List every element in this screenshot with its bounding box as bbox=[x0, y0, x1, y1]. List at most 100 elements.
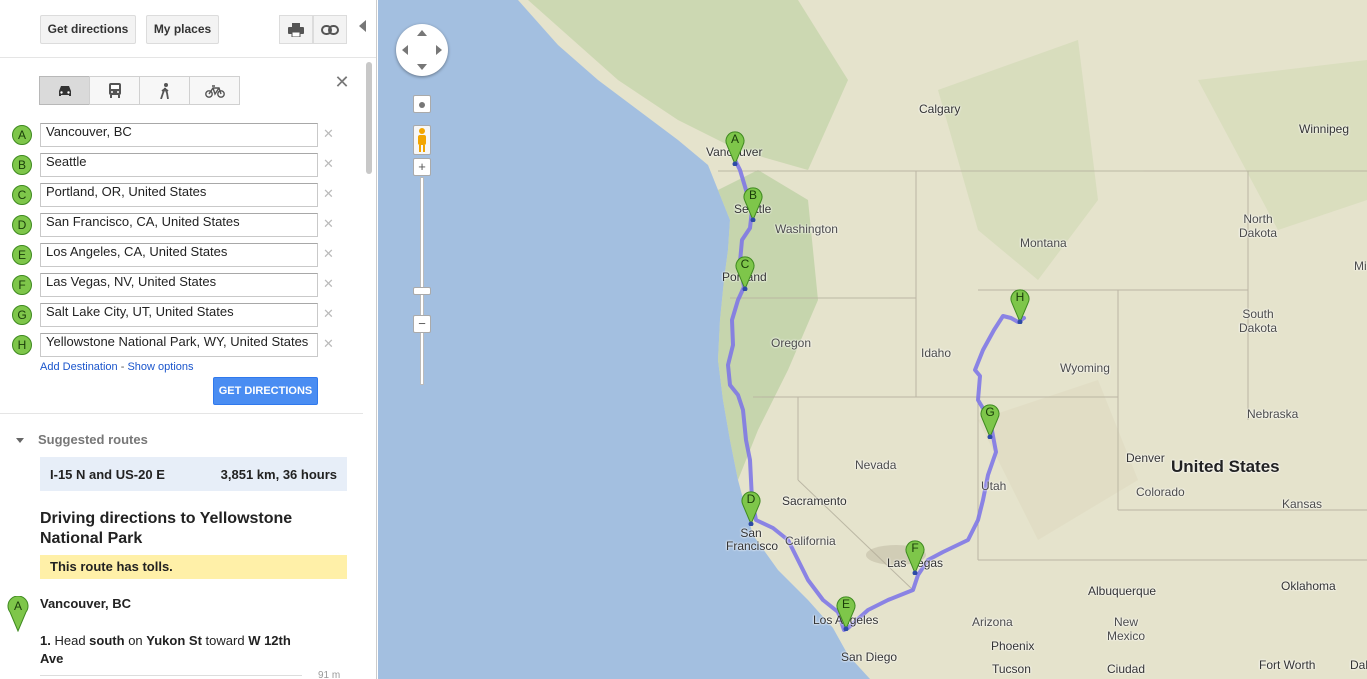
state-label: Utah bbox=[981, 479, 1007, 493]
waypoint-row: H Yellowstone National Park, WY, United … bbox=[0, 333, 376, 357]
waypoint-row: A Vancouver, BC ✕ bbox=[0, 123, 376, 147]
step-street: Yukon St bbox=[146, 633, 202, 648]
remove-waypoint-icon[interactable]: ✕ bbox=[323, 336, 334, 352]
waypoint-marker-c[interactable]: C bbox=[12, 185, 32, 205]
remove-waypoint-icon[interactable]: ✕ bbox=[323, 276, 334, 292]
map-pin-g[interactable]: G bbox=[979, 401, 1001, 440]
step-number: 1. bbox=[40, 633, 51, 648]
print-button[interactable] bbox=[279, 15, 313, 44]
map-canvas[interactable]: Calgary Winnipeg Vancouver Seattle Portl… bbox=[378, 0, 1367, 679]
remove-waypoint-icon[interactable]: ✕ bbox=[323, 246, 334, 262]
state-label: Montana bbox=[1020, 236, 1067, 250]
map-pin-d[interactable]: D bbox=[740, 488, 762, 527]
waypoint-row: F Las Vegas, NV, United States ✕ bbox=[0, 273, 376, 297]
collapse-panel-icon[interactable] bbox=[359, 20, 366, 32]
bus-icon bbox=[108, 83, 121, 98]
remove-waypoint-icon[interactable]: ✕ bbox=[323, 156, 334, 172]
get-directions-tab-button[interactable]: Get directions bbox=[40, 15, 136, 44]
zoom-slider-track[interactable] bbox=[420, 177, 424, 385]
remove-waypoint-icon[interactable]: ✕ bbox=[323, 216, 334, 232]
waypoint-marker-g[interactable]: G bbox=[12, 305, 32, 325]
city-label: Tucson bbox=[992, 662, 1031, 676]
triangle-down-icon bbox=[16, 438, 24, 444]
remove-waypoint-icon[interactable]: ✕ bbox=[323, 306, 334, 322]
step-distance: 91 m bbox=[318, 670, 341, 679]
mode-driving[interactable] bbox=[39, 76, 90, 105]
link-button[interactable] bbox=[313, 15, 347, 44]
suggested-route-item[interactable]: I-15 N and US-20 E 3,851 km, 36 hours bbox=[40, 457, 347, 491]
step-text: on bbox=[128, 633, 143, 648]
remove-waypoint-icon[interactable]: ✕ bbox=[323, 126, 334, 142]
mode-walking[interactable] bbox=[139, 76, 190, 105]
remove-waypoint-icon[interactable]: ✕ bbox=[323, 186, 334, 202]
suggested-routes-toggle[interactable]: Suggested routes bbox=[16, 432, 148, 447]
step-divider bbox=[40, 675, 302, 676]
show-options-link[interactable]: Show options bbox=[127, 361, 193, 373]
waypoint-input-c[interactable]: Portland, OR, United States bbox=[40, 183, 318, 207]
zoom-slider-handle[interactable] bbox=[413, 287, 431, 295]
city-label: Dal bbox=[1350, 658, 1367, 672]
state-label: Nebraska bbox=[1247, 407, 1299, 421]
pin-letter: C bbox=[741, 257, 750, 271]
street-view-pegman-icon[interactable] bbox=[413, 125, 431, 155]
pin-letter: A bbox=[731, 132, 739, 146]
waypoint-marker-e[interactable]: E bbox=[12, 245, 32, 265]
map-pin-b[interactable]: B bbox=[742, 184, 764, 223]
waypoint-input-d[interactable]: San Francisco, CA, United States bbox=[40, 213, 318, 237]
country-label: United States bbox=[1171, 457, 1280, 476]
add-destination-link[interactable]: Add Destination bbox=[40, 361, 118, 373]
mode-bicycling[interactable] bbox=[189, 76, 240, 105]
zoom-in-button[interactable]: + bbox=[413, 158, 431, 176]
direction-step[interactable]: 1. Head south on Yukon St toward W 12th … bbox=[40, 632, 310, 668]
my-places-button[interactable]: My places bbox=[146, 15, 219, 44]
tolls-notice: This route has tolls. bbox=[40, 555, 347, 579]
pan-arrows-icon bbox=[402, 30, 442, 70]
waypoint-input-b[interactable]: Seattle bbox=[40, 153, 318, 177]
waypoint-row: E Los Angeles, CA, United States ✕ bbox=[0, 243, 376, 267]
reset-view-button[interactable] bbox=[413, 95, 431, 113]
car-icon bbox=[58, 85, 71, 96]
start-marker-icon: A bbox=[6, 595, 30, 635]
map-pin-e[interactable]: E bbox=[835, 593, 857, 632]
state-label: Colorado bbox=[1136, 485, 1185, 499]
map-pin-a[interactable]: A bbox=[724, 128, 746, 167]
mode-transit[interactable] bbox=[89, 76, 140, 105]
state-label: North Dakota bbox=[1238, 212, 1278, 240]
waypoint-input-h[interactable]: Yellowstone National Park, WY, United St… bbox=[40, 333, 318, 357]
city-label: Ciudad bbox=[1107, 662, 1146, 676]
map-pin-h[interactable]: H bbox=[1009, 286, 1031, 325]
waypoint-marker-h[interactable]: H bbox=[12, 335, 32, 355]
map-pin-f[interactable]: F bbox=[904, 537, 926, 576]
waypoint-input-g[interactable]: Salt Lake City, UT, United States bbox=[40, 303, 318, 327]
close-directions-icon[interactable]: ✕ bbox=[334, 72, 350, 93]
city-label: Winnipeg bbox=[1299, 122, 1350, 136]
city-label: Denver bbox=[1126, 451, 1165, 465]
pin-letter: E bbox=[842, 597, 850, 611]
city-label: Sacramento bbox=[782, 494, 847, 508]
waypoint-marker-b[interactable]: B bbox=[12, 155, 32, 175]
directions-panel: Get directions My places ✕ A Vancouver, … bbox=[0, 0, 377, 679]
waypoint-input-a[interactable]: Vancouver, BC bbox=[40, 123, 318, 147]
waypoint-marker-a[interactable]: A bbox=[12, 125, 32, 145]
city-label: San Diego bbox=[841, 650, 898, 664]
waypoint-input-e[interactable]: Los Angeles, CA, United States bbox=[40, 243, 318, 267]
start-location: Vancouver, BC bbox=[40, 596, 132, 611]
city-label: Phoenix bbox=[991, 639, 1035, 653]
start-marker-letter: A bbox=[14, 599, 22, 613]
link-icon bbox=[321, 24, 339, 35]
state-label: Kansas bbox=[1282, 497, 1323, 511]
print-icon bbox=[288, 22, 304, 37]
top-toolbar: Get directions My places bbox=[0, 0, 376, 58]
city-label: Oklahoma bbox=[1281, 579, 1336, 593]
step-text: Head bbox=[54, 633, 86, 648]
waypoint-marker-f[interactable]: F bbox=[12, 275, 32, 295]
get-directions-button[interactable]: GET DIRECTIONS bbox=[213, 377, 318, 405]
city-label: Calgary bbox=[919, 102, 961, 116]
zoom-out-button[interactable]: − bbox=[413, 315, 431, 333]
map-pin-c[interactable]: C bbox=[734, 253, 756, 292]
pan-control[interactable] bbox=[396, 24, 448, 76]
state-label: California bbox=[785, 534, 836, 548]
waypoint-input-f[interactable]: Las Vegas, NV, United States bbox=[40, 273, 318, 297]
map-background bbox=[378, 0, 1367, 679]
waypoint-marker-d[interactable]: D bbox=[12, 215, 32, 235]
